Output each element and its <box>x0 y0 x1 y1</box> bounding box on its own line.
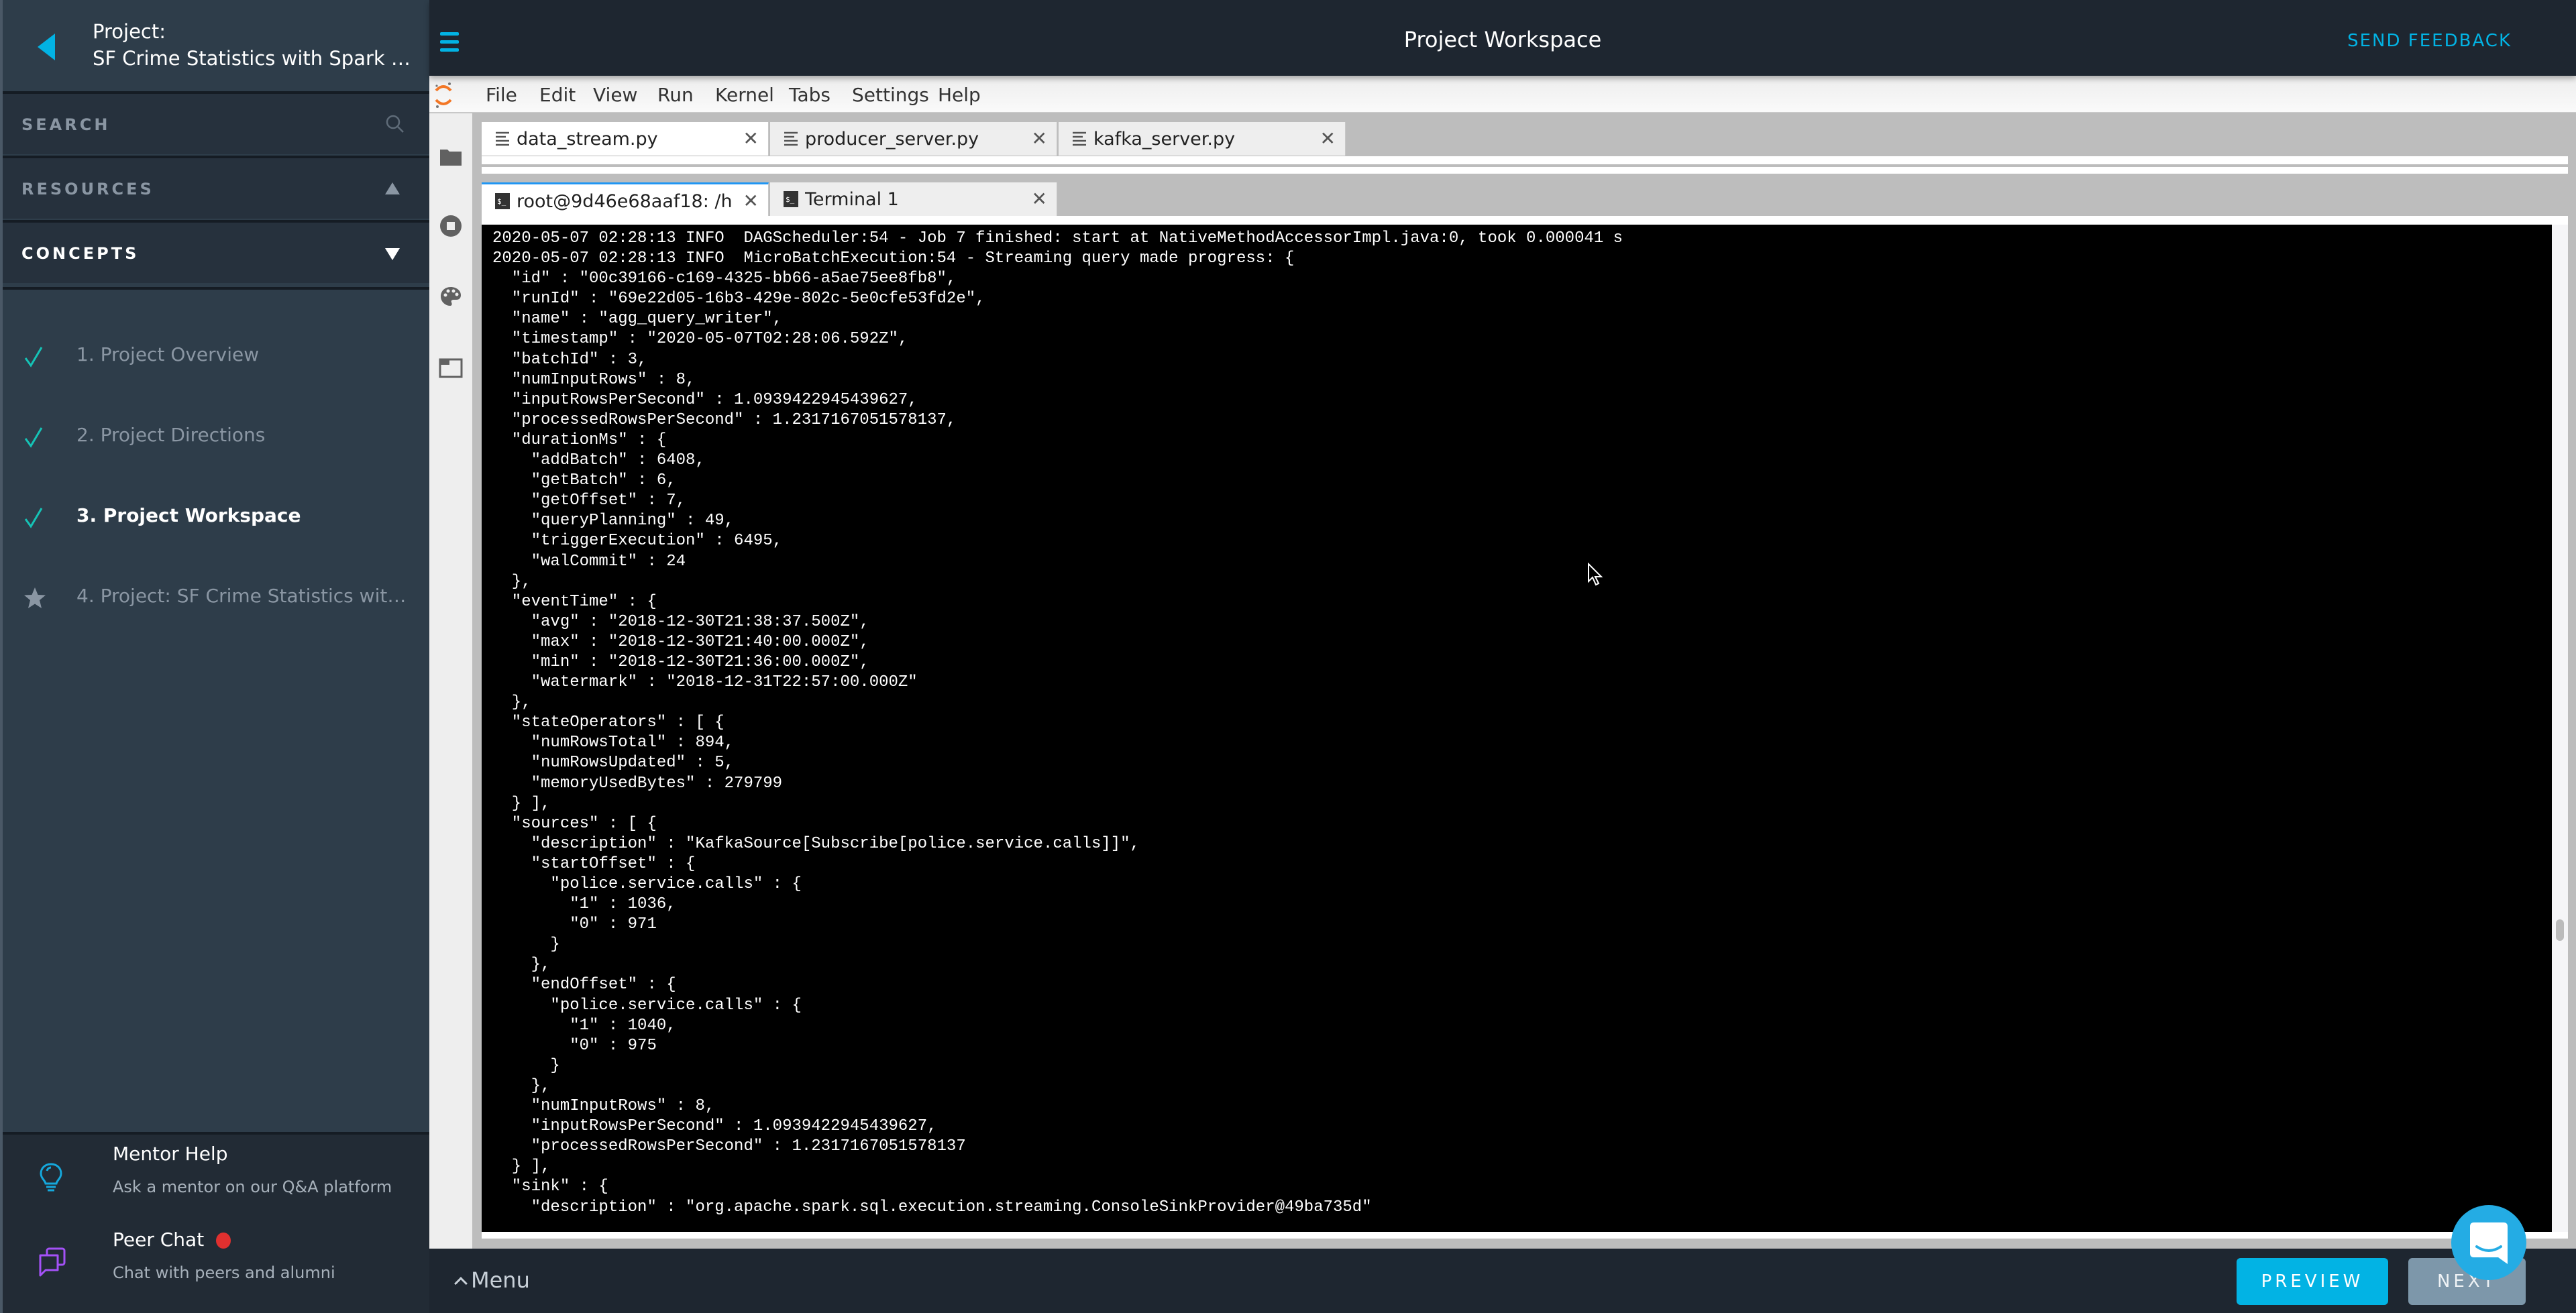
concept-label: 2. Project Directions <box>76 424 266 446</box>
check-icon <box>24 508 43 528</box>
search-icon[interactable] <box>385 114 405 134</box>
palette-icon[interactable] <box>439 285 463 309</box>
collapse-triangle-icon <box>385 182 400 194</box>
concept-item-project-overview[interactable]: 1. Project Overview <box>3 323 429 390</box>
concept-label: 3. Project Workspace <box>76 504 301 526</box>
help-section: Mentor Help Ask a mentor on our Q&A plat… <box>3 1132 429 1313</box>
tab-label: data_stream.py <box>517 129 658 150</box>
menu-file[interactable]: File <box>486 84 517 106</box>
sidebar-concepts-header[interactable]: CONCEPTS <box>3 220 429 283</box>
terminal-output[interactable]: 2020-05-07 02:28:13 INFO DAGScheduler:54… <box>482 225 2552 1232</box>
menu-run[interactable]: Run <box>657 84 694 106</box>
close-icon[interactable]: ✕ <box>1320 127 1336 150</box>
close-icon[interactable]: ✕ <box>1032 127 1047 150</box>
mentor-help-subtitle: Ask a mentor on our Q&A platform <box>113 1178 392 1196</box>
code-editor-peek[interactable] <box>482 167 2568 174</box>
menu-toggle-label: Menu <box>471 1267 530 1293</box>
tab-label: kafka_server.py <box>1093 129 1236 150</box>
chat-smile-icon <box>2470 1222 2508 1264</box>
text-file-icon <box>1073 131 1086 146</box>
terminal-header-strip <box>482 216 2568 225</box>
terminal-scrollbar[interactable] <box>2552 225 2568 1232</box>
expand-triangle-icon <box>385 248 400 260</box>
editor-toolbar-strip <box>482 156 2568 166</box>
peer-chat-link[interactable]: Peer Chat Chat with peers and alumni <box>3 1220 429 1301</box>
check-icon <box>24 427 43 448</box>
concept-label: 4. Project: SF Crime Statistics with Sp.… <box>76 585 412 607</box>
concept-item-project-workspace[interactable]: 3. Project Workspace <box>3 484 429 551</box>
project-name[interactable]: SF Crime Statistics with Spark Stre... <box>93 47 415 70</box>
tab-terminal-1[interactable]: $_ Terminal 1 ✕ <box>770 182 1057 216</box>
tab-terminal-root[interactable]: $_ root@9d46e68aaf18: /hom ✕ <box>482 182 769 216</box>
tab-label: Terminal 1 <box>805 189 899 210</box>
svg-text:$_: $_ <box>786 195 795 204</box>
tab-producer-server-py[interactable]: producer_server.py ✕ <box>770 122 1057 156</box>
menu-settings[interactable]: Settings <box>852 84 929 106</box>
jupyterlab-workspace: File Edit View Run Kernel Tabs Settings … <box>429 76 2576 1249</box>
resources-label: RESOURCES <box>21 180 154 198</box>
menu-view[interactable]: View <box>593 84 637 106</box>
tab-kafka-server-py[interactable]: kafka_server.py ✕ <box>1059 122 1346 156</box>
concepts-label: CONCEPTS <box>21 244 140 263</box>
mentor-help-link[interactable]: Mentor Help Ask a mentor on our Q&A plat… <box>3 1135 429 1215</box>
terminal-icon: $_ <box>495 193 510 209</box>
top-header: Project Workspace SEND FEEDBACK <box>429 0 2576 76</box>
notification-dot <box>216 1233 231 1249</box>
mouse-pointer-icon <box>1588 563 1603 586</box>
page-title: Project Workspace <box>1403 27 1602 52</box>
editor-tabbar: data_stream.py ✕ producer_server.py ✕ ka… <box>482 122 1421 156</box>
check-icon <box>24 347 43 367</box>
peer-chat-title: Peer Chat <box>113 1229 231 1251</box>
send-feedback-link[interactable]: SEND FEEDBACK <box>2347 31 2512 51</box>
peer-chat-title-text: Peer Chat <box>113 1229 205 1251</box>
tab-label: root@9d46e68aaf18: /hom <box>517 191 731 212</box>
menu-edit[interactable]: Edit <box>539 84 576 106</box>
search-label: SEARCH <box>21 115 111 134</box>
star-icon <box>24 587 46 608</box>
project-header: Project: SF Crime Statistics with Spark … <box>3 0 429 94</box>
support-chat-launcher[interactable] <box>2451 1205 2526 1280</box>
tab-data-stream-py[interactable]: data_stream.py ✕ <box>482 122 769 156</box>
sidebar-resources[interactable]: RESOURCES <box>3 156 429 219</box>
tab-label: producer_server.py <box>805 129 979 150</box>
terminal-footer-strip <box>482 1232 2568 1239</box>
tabs-window-icon[interactable] <box>439 356 463 380</box>
concept-item-project-sf-crime[interactable]: 4. Project: SF Crime Statistics with Sp.… <box>3 565 429 632</box>
preview-button[interactable]: PREVIEW <box>2237 1258 2388 1305</box>
concept-item-project-directions[interactable]: 2. Project Directions <box>3 404 429 471</box>
menu-kernel[interactable]: Kernel <box>715 84 774 106</box>
chat-icon <box>39 1247 66 1277</box>
terminal-icon: $_ <box>784 191 798 207</box>
jupyter-logo-icon <box>435 82 452 108</box>
jupyter-left-toolbar <box>429 113 472 1249</box>
close-icon[interactable]: ✕ <box>743 190 759 212</box>
project-label: Project: <box>93 20 166 43</box>
svg-text:$_: $_ <box>497 197 506 206</box>
peer-chat-subtitle: Chat with peers and alumni <box>113 1263 335 1282</box>
text-file-icon <box>784 131 798 146</box>
terminal-text: 2020-05-07 02:28:13 INFO DAGScheduler:54… <box>492 229 1623 1216</box>
sidebar-search[interactable]: SEARCH <box>3 91 429 154</box>
folder-icon[interactable] <box>439 144 463 168</box>
menu-help[interactable]: Help <box>938 84 981 106</box>
stop-circle-icon[interactable] <box>439 214 463 238</box>
back-arrow-icon[interactable] <box>38 34 55 60</box>
lightbulb-icon <box>40 1163 62 1192</box>
menu-tabs[interactable]: Tabs <box>789 84 830 106</box>
jupyter-menubar: File Edit View Run Kernel Tabs Settings … <box>429 76 2576 113</box>
concept-label: 1. Project Overview <box>76 343 260 365</box>
concept-list: 1. Project Overview 2. Project Direction… <box>3 287 429 1133</box>
mentor-help-title: Mentor Help <box>113 1143 228 1165</box>
close-icon[interactable]: ✕ <box>1032 188 1047 210</box>
menu-toggle-button[interactable]: Menu <box>454 1267 530 1293</box>
scrollbar-thumb[interactable] <box>2556 919 2564 941</box>
bottom-bar: Menu PREVIEW NEXT <box>429 1249 2576 1313</box>
close-icon[interactable]: ✕ <box>743 127 759 150</box>
caret-up-icon <box>454 1277 468 1290</box>
classroom-sidebar: Project: SF Crime Statistics with Spark … <box>0 0 429 1313</box>
text-file-icon <box>496 131 509 146</box>
terminal-tabbar: $_ root@9d46e68aaf18: /hom ✕ $_ Terminal… <box>482 182 1085 216</box>
